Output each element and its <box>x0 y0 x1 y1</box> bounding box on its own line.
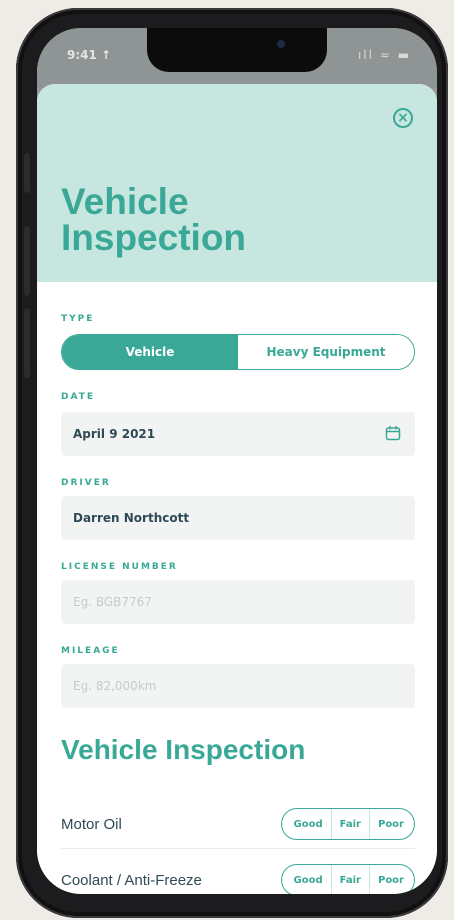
inspection-item-label: Motor Oil <box>61 815 122 833</box>
volume-down-button <box>24 308 30 378</box>
type-segmented-control: Vehicle Heavy Equipment <box>61 334 415 370</box>
date-field[interactable]: April 9 2021 <box>61 412 415 456</box>
rating-poor-button[interactable]: Poor <box>368 809 414 839</box>
mileage-placeholder: Eg. 82,000km <box>73 679 157 693</box>
rating-good-button[interactable]: Good <box>282 865 331 894</box>
license-number-label: LICENSE NUMBER <box>61 562 178 572</box>
calendar-icon[interactable] <box>385 425 401 441</box>
rating-fair-button[interactable]: Fair <box>330 865 369 894</box>
date-value: April 9 2021 <box>73 427 156 441</box>
inspection-item-label: Coolant / Anti-Freeze <box>61 871 202 889</box>
inspection-row-motor-oil: Motor Oil Good Fair Poor <box>61 806 415 842</box>
rating-good-button[interactable]: Good <box>282 809 331 839</box>
row-divider <box>61 848 415 849</box>
rating-poor-button[interactable]: Poor <box>368 865 414 894</box>
inspection-section-title: Vehicle Inspection <box>61 734 306 765</box>
driver-value: Darren Northcott <box>73 511 190 525</box>
inspection-sheet: × Vehicle Inspection TYPE Vehicle Heavy … <box>37 84 437 894</box>
type-label: TYPE <box>61 314 95 324</box>
mileage-label: MILEAGE <box>61 646 120 656</box>
sheet-header: × Vehicle Inspection <box>37 84 437 282</box>
page-title: Vehicle Inspection <box>61 181 247 258</box>
status-time: 9:41 ↑ <box>67 48 112 62</box>
rating-control: Good Fair Poor <box>280 808 415 840</box>
mute-switch <box>24 153 30 193</box>
mileage-field[interactable]: Eg. 82,000km <box>61 664 415 708</box>
notch <box>147 28 327 72</box>
signal-wifi-battery-icons: ıll ≈ ▬ <box>357 48 411 62</box>
volume-up-button <box>24 226 30 296</box>
rating-control: Good Fair Poor <box>280 864 415 894</box>
close-icon[interactable]: × <box>393 108 413 128</box>
date-label: DATE <box>61 392 96 402</box>
rating-fair-button[interactable]: Fair <box>330 809 369 839</box>
license-number-placeholder: Eg. BGB7767 <box>73 595 152 609</box>
type-option-heavy-equipment[interactable]: Heavy Equipment <box>238 335 414 369</box>
driver-label: DRIVER <box>61 478 111 488</box>
camera-icon <box>277 40 285 48</box>
driver-field[interactable]: Darren Northcott <box>61 496 415 540</box>
type-option-vehicle[interactable]: Vehicle <box>62 335 238 369</box>
phone-screen: 9:41 ↑ ıll ≈ ▬ × Vehicle Inspection TYPE… <box>37 28 437 894</box>
license-number-field[interactable]: Eg. BGB7767 <box>61 580 415 624</box>
inspection-row-coolant: Coolant / Anti-Freeze Good Fair Poor <box>61 862 415 894</box>
